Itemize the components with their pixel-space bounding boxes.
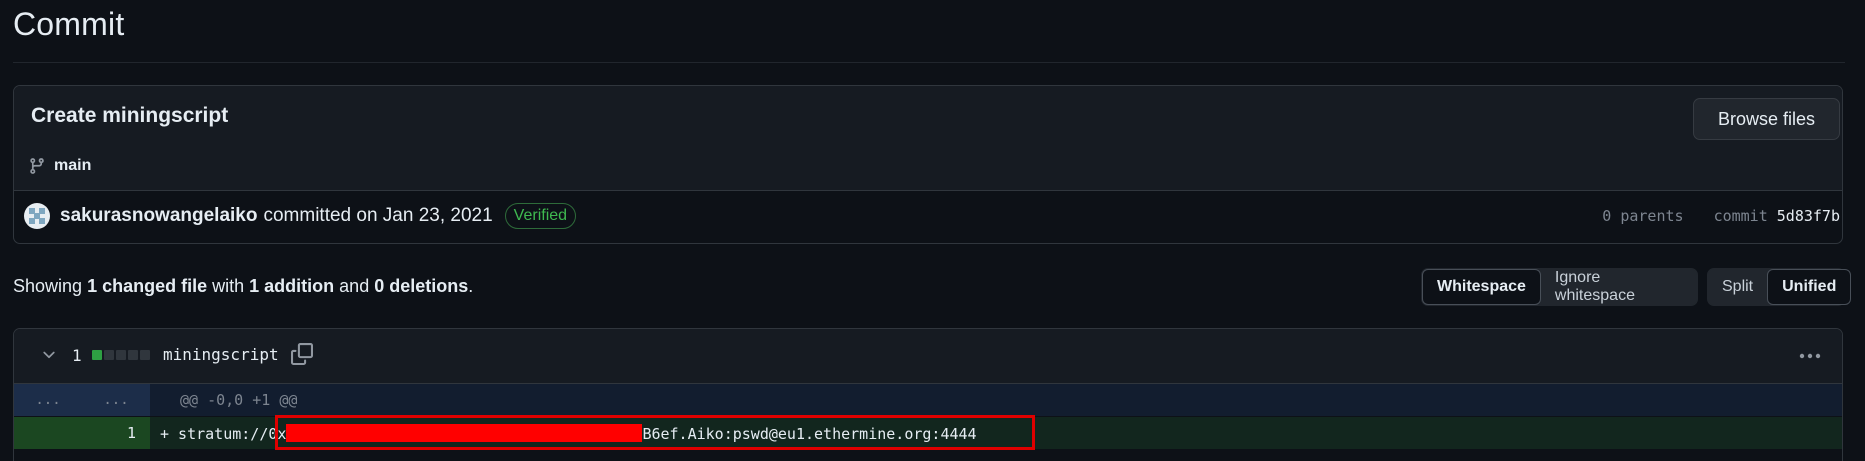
commit-label: commit [1713, 207, 1768, 225]
hunk-header-row: ... ... @@ -0,0 +1 @@ [14, 384, 1842, 416]
copy-icon[interactable] [291, 343, 313, 365]
browse-files-button[interactable]: Browse files [1693, 98, 1840, 140]
file-header: 1 miningscript [14, 329, 1842, 384]
git-branch-icon [30, 158, 44, 174]
diffstat-block [92, 350, 102, 360]
verified-badge[interactable]: Verified [504, 203, 577, 229]
ignore-whitespace-button[interactable]: Ignore whitespace [1541, 269, 1697, 305]
unified-view-button[interactable]: Unified [1767, 269, 1852, 305]
commit-page: Commit Create miningscript Browse files … [0, 0, 1865, 461]
commit-box: Create miningscript Browse files main sa… [13, 85, 1843, 244]
author-line: sakurasnowangelaiko committed on Jan 23,… [60, 203, 577, 229]
summary-with: with [212, 276, 245, 296]
commit-header: Create miningscript Browse files main [14, 86, 1842, 191]
expand-hunk-button[interactable]: ... ... [14, 384, 150, 416]
hunk-gutter-right: ... [103, 392, 129, 408]
diff-summary: Showing 1 changed file with 1 addition a… [13, 276, 473, 297]
file-diff: 1 miningscript ... ... @@ -0,0 +1 @@ 1 +… [13, 328, 1843, 461]
file-change-count: 1 [72, 346, 82, 365]
commit-sha-group: commit 5d83f7b [1714, 207, 1840, 225]
summary-and: and [339, 276, 370, 296]
summary-suffix: . [468, 276, 474, 296]
commit-date: committed on Jan 23, 2021 [263, 205, 493, 226]
deletions-count: 0 deletions [374, 276, 469, 296]
chevron-down-icon[interactable] [40, 346, 58, 364]
parents-count: 0 parents [1602, 207, 1684, 225]
diffstat-bar [92, 350, 150, 360]
diffstat-block [128, 350, 138, 360]
hunk-header: @@ -0,0 +1 @@ [180, 391, 298, 409]
title-divider [13, 62, 1845, 63]
diffstat-block [140, 350, 150, 360]
commit-message: Create miningscript [31, 104, 229, 127]
page-title: Commit [13, 6, 125, 42]
line-number-gutter[interactable]: 1 [14, 417, 150, 449]
line-number: 1 [126, 424, 136, 442]
commit-sha[interactable]: 5d83f7b [1777, 207, 1840, 225]
code-prefix: + stratum://0x [160, 425, 287, 443]
summary-prefix: Showing [13, 276, 83, 296]
split-view-button[interactable]: Split [1708, 269, 1767, 305]
whitespace-toggle-group: Whitespace Ignore whitespace [1421, 268, 1698, 306]
avatar[interactable] [24, 203, 50, 229]
whitespace-button[interactable]: Whitespace [1422, 269, 1541, 305]
additions-count: 1 addition [249, 276, 335, 296]
branch-row: main [28, 154, 91, 178]
author-row: sakurasnowangelaiko committed on Jan 23,… [14, 190, 1842, 243]
annotation-highlight-box [275, 415, 1035, 450]
view-toggle-group: Split Unified [1707, 268, 1852, 306]
changed-files-count: 1 changed file [87, 276, 208, 296]
commit-meta: 0 parents commit 5d83f7b [1602, 207, 1840, 225]
file-name[interactable]: miningscript [163, 345, 279, 364]
diffstat-block [116, 350, 126, 360]
branch-name[interactable]: main [54, 157, 91, 175]
hunk-gutter-left: ... [35, 392, 61, 408]
kebab-menu-icon[interactable] [1796, 345, 1824, 367]
author-name[interactable]: sakurasnowangelaiko [60, 205, 257, 227]
diffstat-block [104, 350, 114, 360]
